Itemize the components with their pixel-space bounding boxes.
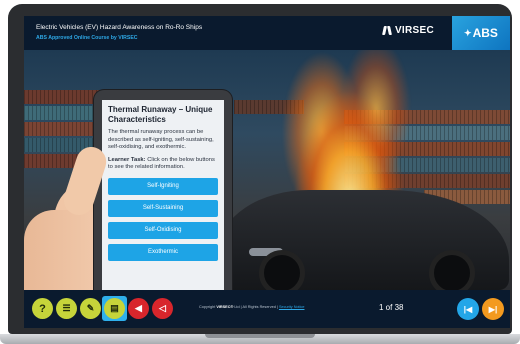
page-indicator: 1 of 38	[379, 303, 404, 312]
self-sustaining-button[interactable]: Self-Sustaining	[108, 199, 218, 217]
laptop-base	[0, 334, 520, 344]
card-title: Thermal Runaway – Unique Characteristics	[108, 105, 213, 124]
copyright-prefix: Copyright	[199, 305, 216, 309]
laptop-notch	[205, 334, 315, 338]
security-notice-link[interactable]: Security Notice	[279, 305, 305, 309]
virsec-logo-text: VIRSEC	[394, 25, 434, 36]
header: Electric Vehicles (EV) Hazard Awareness …	[24, 16, 510, 50]
help-icon[interactable]: ?	[32, 298, 53, 319]
last-page-button[interactable]: ▶|	[482, 298, 504, 320]
virsec-logo: VIRSEC	[383, 25, 434, 36]
course-title: Electric Vehicles (EV) Hazard Awareness …	[36, 24, 203, 31]
car-wheel	[429, 250, 475, 290]
first-page-button[interactable]: |◀	[457, 298, 479, 320]
document-icon[interactable]: ▤	[104, 298, 125, 319]
abs-logo: ✦ ABS	[452, 16, 510, 50]
virsec-mark-icon	[383, 25, 392, 36]
menu-list-icon[interactable]: ☰	[56, 298, 77, 319]
info-card: Thermal Runaway – Unique Characteristics…	[102, 100, 224, 290]
learner-task: Learner Task: Click on the below buttons…	[108, 157, 218, 172]
copyright-suffix: Ltd | All Rights Reserved |	[234, 305, 278, 309]
copyright-notice: Copyright VIRSEC® Ltd | All Rights Reser…	[199, 305, 304, 309]
abs-logo-text: ABS	[472, 26, 498, 40]
self-oxidising-button[interactable]: Self-Oxidising	[108, 221, 218, 239]
card-body: The thermal runaway process can be descr…	[108, 129, 214, 151]
pencil-icon[interactable]: ✎	[80, 298, 101, 319]
car-wheel	[259, 250, 305, 290]
exothermic-button[interactable]: Exothermic	[108, 243, 218, 261]
abs-eagle-icon: ✦	[464, 27, 472, 38]
mute-icon[interactable]: ◁	[152, 298, 173, 319]
self-igniting-button[interactable]: Self-Igniting	[108, 177, 218, 195]
copyright-brand: VIRSEC®	[216, 305, 234, 309]
learner-task-label: Learner Task:	[108, 156, 146, 163]
background-scene: Thermal Runaway – Unique Characteristics…	[24, 50, 510, 290]
tablet-device: Thermal Runaway – Unique Characteristics…	[94, 90, 232, 290]
course-screen: Electric Vehicles (EV) Hazard Awareness …	[24, 16, 510, 328]
footer-toolbar: ? ☰ ✎ ▤ ◀ ◁ Copyright VIRSEC® Ltd | All …	[24, 290, 510, 328]
course-subtitle: ABS Approved Online Course by VIRSEC	[36, 35, 138, 41]
volume-icon[interactable]: ◀	[128, 298, 149, 319]
